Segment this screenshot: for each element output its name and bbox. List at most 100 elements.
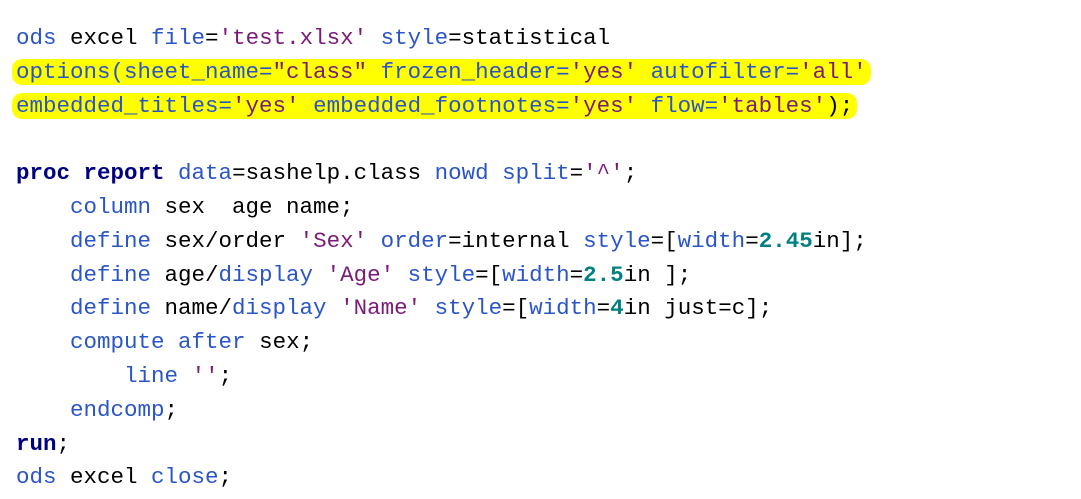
code-token: sex age name; <box>151 193 354 220</box>
code-token: column <box>70 193 152 220</box>
code-token: flow= <box>650 92 719 119</box>
code-token: endcomp <box>70 396 165 423</box>
code-token: 'test.xlsx' <box>218 25 368 51</box>
code-token: 'Name' <box>340 295 422 322</box>
code-content: ods excel close; <box>16 464 232 490</box>
code-token: line <box>124 362 179 389</box>
code-token: 2.45 <box>758 227 813 254</box>
code-token: sex; <box>245 329 314 356</box>
code-line: line ''; <box>16 360 871 394</box>
code-token: define <box>70 227 152 254</box>
code-content: column sex age name; <box>70 194 354 220</box>
code-token: 'Age' <box>326 261 395 288</box>
code-token: name/ <box>151 295 233 322</box>
code-token: define <box>70 261 152 288</box>
code-editor: ods excel file='test.xlsx' style=statist… <box>12 22 871 495</box>
code-content: ods excel file='test.xlsx' style=statist… <box>16 25 610 51</box>
code-token: =[ <box>502 295 530 322</box>
code-token: ); <box>826 92 854 119</box>
highlighted-code: options(sheet_name="class" frozen_header… <box>12 58 871 85</box>
code-token: split <box>502 160 570 187</box>
code-token: 'tables' <box>718 92 827 119</box>
code-content: compute after sex; <box>70 329 313 355</box>
code-token: proc report <box>16 160 165 187</box>
code-token: = <box>745 227 759 254</box>
code-content: define name/display 'Name' style=[width=… <box>70 295 772 321</box>
code-token: =sashelp.class <box>232 160 435 187</box>
code-token: style <box>583 227 651 254</box>
code-line: column sex age name; <box>16 191 871 225</box>
code-token: order <box>380 227 449 254</box>
code-line: ods excel file='test.xlsx' style=statist… <box>16 22 871 56</box>
code-token: width <box>677 227 746 254</box>
code-token: 4 <box>610 295 624 322</box>
code-token: compute <box>70 329 165 356</box>
code-line: embedded_titles='yes' embedded_footnotes… <box>12 90 871 124</box>
code-line: endcomp; <box>16 394 871 428</box>
code-token: style <box>407 261 476 288</box>
code-token: display <box>232 295 327 322</box>
code-token: options(sheet_name= <box>16 58 273 85</box>
code-token: ; <box>56 430 71 457</box>
code-token: age/ <box>151 261 219 288</box>
code-content: line ''; <box>124 363 232 389</box>
code-token: ; <box>218 362 233 389</box>
code-token: width <box>529 295 597 322</box>
code-token: '' <box>191 362 219 389</box>
code-token: in]; <box>812 227 867 254</box>
code-token: ods <box>16 25 57 51</box>
code-token: = <box>569 160 584 187</box>
code-token: embedded_footnotes= <box>313 92 570 119</box>
code-token: frozen_header= <box>380 58 570 85</box>
code-token: data <box>178 160 233 187</box>
code-token: ; <box>623 160 638 187</box>
code-line: options(sheet_name="class" frozen_header… <box>12 56 871 90</box>
code-token: =[ <box>650 227 678 254</box>
code-token: excel <box>56 25 152 51</box>
code-content: run; <box>16 431 70 457</box>
code-token: close <box>151 464 219 491</box>
code-token: 'Sex' <box>299 227 368 254</box>
code-token: run <box>16 430 57 457</box>
code-token: ; <box>218 464 233 491</box>
code-token: = <box>569 261 584 288</box>
code-token: ods <box>16 464 57 491</box>
code-content: define sex/order 'Sex' order=internal st… <box>70 228 867 254</box>
code-token: =[ <box>475 261 503 288</box>
code-token: 'yes' <box>569 92 638 119</box>
code-content: endcomp; <box>70 397 178 423</box>
code-token: file <box>151 25 206 51</box>
code-token: '^' <box>583 160 624 187</box>
code-token: width <box>502 261 570 288</box>
code-token: define <box>70 295 152 322</box>
code-token: nowd <box>434 160 489 187</box>
code-token: style <box>380 25 449 51</box>
code-line: define name/display 'Name' style=[width=… <box>16 292 871 326</box>
code-token: in just=c]; <box>623 295 773 322</box>
code-token: 'all' <box>799 58 867 85</box>
code-line: ods excel close; <box>16 461 871 495</box>
code-token: in ]; <box>623 261 692 288</box>
code-token: 'yes' <box>569 58 638 85</box>
code-line: define age/display 'Age' style=[width=2.… <box>16 259 871 293</box>
code-token: 'yes' <box>232 92 300 119</box>
